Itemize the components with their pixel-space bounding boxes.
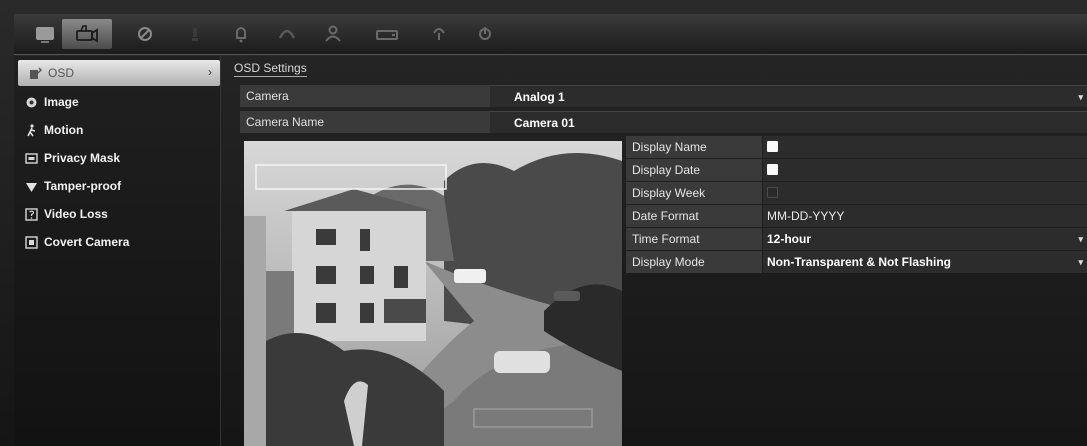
camera-name-input[interactable]: Camera 01 [490, 111, 1087, 133]
user-icon[interactable] [308, 19, 358, 49]
record-icon[interactable] [120, 19, 170, 49]
display-mode-select[interactable]: Non-Transparent & Not Flashing ▾ [763, 251, 1087, 273]
sidebar-item-label: Image [44, 95, 79, 109]
dropdown-arrow-icon: ▾ [1078, 92, 1083, 102]
display-date-row: Display Date [626, 159, 1087, 181]
globe-icon[interactable] [262, 19, 312, 49]
osd-icon [28, 66, 42, 80]
sidebar-item-motion[interactable]: Motion [14, 117, 220, 143]
chevron-right-icon: › [208, 65, 212, 79]
covert-camera-icon [24, 235, 38, 249]
alarm-icon[interactable] [216, 19, 266, 49]
camera-select[interactable]: Analog 1 ▾ [490, 85, 1087, 107]
tamper-icon [24, 179, 38, 193]
sidebar-item-video-loss[interactable]: Video Loss [14, 201, 220, 227]
dropdown-arrow-icon: ▾ [1078, 234, 1083, 244]
main-panel: OSD Settings Camera Analog 1 ▾ Camera Na… [222, 56, 1087, 446]
time-format-select[interactable]: 12-hour ▾ [763, 228, 1087, 250]
sidebar-item-label: Tamper-proof [44, 179, 122, 193]
display-name-cell [763, 136, 1087, 158]
display-name-label: Display Name [626, 136, 762, 158]
sidebar-item-image[interactable]: Image [14, 89, 220, 115]
motion-icon [24, 123, 38, 137]
dropdown-arrow-icon: ▾ [1078, 257, 1083, 267]
dvr-window: OSD › Image Motion Privacy Mask Tamper-p… [0, 0, 1087, 446]
display-mode-value: Non-Transparent & Not Flashing [767, 255, 952, 269]
date-format-row: Date Format MM-DD-YYYY [626, 205, 1087, 227]
camera-row: Camera Analog 1 ▾ [240, 85, 1087, 107]
power-icon[interactable] [460, 19, 510, 49]
sidebar-item-privacy-mask[interactable]: Privacy Mask [14, 145, 220, 171]
display-name-row: Display Name [626, 136, 1087, 158]
sidebar-item-tamper-proof[interactable]: Tamper-proof [14, 173, 220, 199]
camera-name-label: Camera Name [240, 111, 490, 133]
display-mode-row: Display Mode Non-Transparent & Not Flash… [626, 251, 1087, 273]
sidebar-item-osd[interactable]: OSD › [18, 60, 220, 86]
sidebar-item-label: Privacy Mask [44, 151, 121, 165]
display-date-checkbox[interactable] [767, 164, 778, 175]
sidebar-item-label: OSD [48, 66, 75, 80]
date-format-value: MM-DD-YYYY [763, 205, 1087, 227]
camera-select-value: Analog 1 [514, 90, 565, 104]
sidebar-item-covert-camera[interactable]: Covert Camera [14, 229, 220, 255]
camera-icon[interactable] [62, 19, 112, 49]
display-date-cell [763, 159, 1087, 181]
time-format-row: Time Format 12-hour ▾ [626, 228, 1087, 250]
sidebar-item-label: Covert Camera [44, 235, 130, 249]
display-mode-label: Display Mode [626, 251, 762, 273]
date-format-label: Date Format [626, 205, 762, 227]
time-format-label: Time Format [626, 228, 762, 250]
display-week-row: Display Week [626, 182, 1087, 204]
display-week-label: Display Week [626, 182, 762, 204]
osd-settings-table: Display Name Display Date Display Week D… [626, 136, 1087, 274]
camera-label: Camera [240, 85, 490, 107]
display-date-label: Display Date [626, 159, 762, 181]
time-format-value: 12-hour [767, 232, 812, 246]
camera-name-row: Camera Name Camera 01 [240, 111, 1087, 133]
video-loss-icon [24, 207, 38, 221]
privacy-mask-icon [24, 151, 38, 165]
display-name-checkbox[interactable] [767, 141, 778, 152]
page-title: OSD Settings [234, 61, 307, 77]
display-week-cell [763, 182, 1087, 204]
sidebar-item-label: Video Loss [44, 207, 108, 221]
hdd-icon[interactable] [362, 19, 412, 49]
top-toolbar [14, 14, 1087, 55]
sidebar-menu: OSD › Image Motion Privacy Mask Tamper-p… [14, 56, 221, 446]
camera-preview[interactable] [244, 141, 622, 446]
display-week-checkbox[interactable] [767, 187, 778, 198]
camera-preview-image [244, 141, 622, 446]
sidebar-item-label: Motion [44, 123, 84, 137]
image-icon [24, 95, 38, 109]
bulb-icon[interactable] [170, 19, 220, 49]
info-icon[interactable] [414, 19, 464, 49]
